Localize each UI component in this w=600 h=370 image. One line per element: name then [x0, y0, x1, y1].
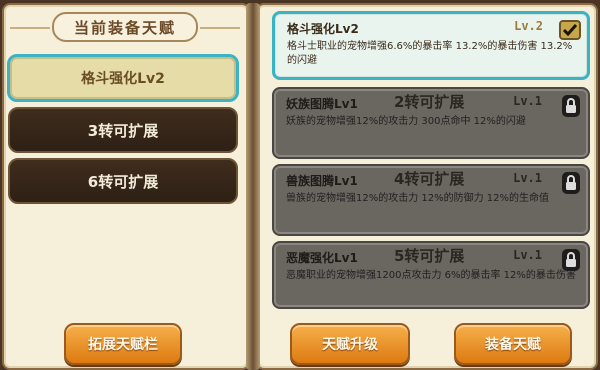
expand-talent-bar-button[interactable]: 拓展天赋栏 — [64, 323, 182, 365]
talent-unlock-requirement: 2转可扩展 — [394, 93, 465, 111]
talent-description: 妖族的宠物增强12%的攻击力 300点命中 12%的闪避 — [286, 116, 526, 127]
lock-icon — [562, 172, 580, 194]
talent-description: 兽族的宠物增强12%的攻击力 12%的防御力 12%的生命值 — [286, 193, 550, 204]
book-spine — [246, 3, 260, 370]
talent-slot-1[interactable]: 格斗强化Lv2 — [7, 54, 239, 102]
talent-card-combat[interactable]: 格斗强化Lv2 Lv.2 格斗士职业的宠物增强6.6%的暴击率 13.2%的暴击… — [272, 11, 590, 80]
talent-card-demon-totem[interactable]: 妖族图腾Lv1 2转可扩展 Lv.1 妖族的宠物增强12%的攻击力 300点命中… — [272, 87, 590, 159]
title-divider-right — [200, 27, 240, 29]
talent-name: 兽族图腾Lv1 — [286, 173, 358, 188]
talent-unlock-requirement: 5转可扩展 — [394, 247, 465, 265]
talent-card-demon-enhance[interactable]: 恶魔强化Lv1 5转可扩展 Lv.1 恶魔职业的宠物增强1200点攻击力 6%的… — [272, 241, 590, 309]
talent-unlock-requirement: 4转可扩展 — [394, 170, 465, 188]
lock-icon — [562, 249, 580, 271]
talent-level: Lv.1 — [513, 171, 542, 185]
lock-icon — [562, 95, 580, 117]
panel-title-wrap: 当前装备天赋 — [10, 10, 240, 44]
talent-slot-2[interactable]: 3转可扩展 — [8, 107, 238, 153]
talent-card-beast-totem[interactable]: 兽族图腾Lv1 4转可扩展 Lv.1 兽族的宠物增强12%的攻击力 12%的防御… — [272, 164, 590, 236]
equip-talent-button[interactable]: 装备天赋 — [454, 323, 572, 365]
talent-description: 恶魔职业的宠物增强1200点攻击力 6%的暴击率 12%的暴击伤害 — [286, 270, 576, 281]
talent-level: Lv.2 — [514, 19, 543, 33]
talent-level: Lv.1 — [513, 248, 542, 262]
title-divider-left — [10, 27, 50, 29]
talent-description: 格斗士职业的宠物增强6.6%的暴击率 13.2%的暴击伤害 13.2%的闪避 — [287, 41, 573, 66]
talent-level: Lv.1 — [513, 94, 542, 108]
talent-name: 妖族图腾Lv1 — [286, 96, 358, 111]
panel-title: 当前装备天赋 — [52, 12, 198, 42]
talent-name: 格斗强化Lv2 — [287, 21, 359, 36]
check-icon — [559, 20, 581, 40]
upgrade-talent-button[interactable]: 天赋升级 — [290, 323, 410, 365]
talent-slot-3[interactable]: 6转可扩展 — [8, 158, 238, 204]
talent-name: 恶魔强化Lv1 — [286, 250, 358, 265]
